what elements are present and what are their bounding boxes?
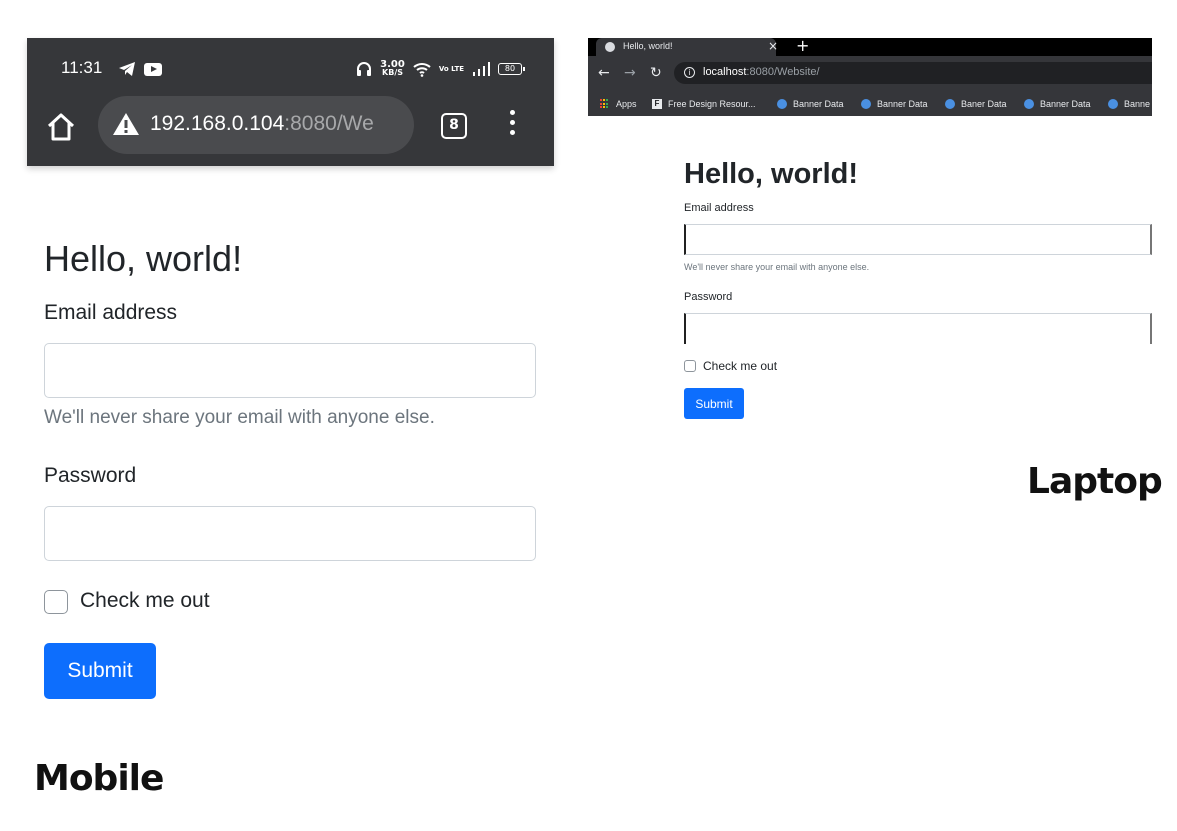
mobile-caption: Mobile <box>34 758 164 799</box>
status-icons-right: 3.00 KB/S Vo LTE 80 <box>356 58 525 80</box>
bookmark-banner-data-1[interactable]: Banner Data <box>777 99 844 109</box>
reload-icon[interactable]: ↻ <box>650 65 662 81</box>
laptop-tab-strip: Hello, world! × + <box>588 38 1152 56</box>
laptop-caption: Laptop <box>1027 461 1163 502</box>
mobile-browser-chrome: 11:31 3.00 KB/S Vo LTE 80 192.168.0.104:… <box>27 38 554 166</box>
bookmark-label: Apps <box>616 99 637 109</box>
more-menu-icon[interactable] <box>508 110 516 140</box>
mobile-page-title: Hello, world! <box>44 238 243 279</box>
bookmark-label: Banner Data <box>1040 99 1091 109</box>
telegram-icon <box>119 62 135 76</box>
home-icon[interactable] <box>46 112 76 142</box>
laptop-submit-button[interactable]: Submit <box>684 388 744 419</box>
headphones-icon <box>357 62 372 76</box>
warning-icon[interactable] <box>112 112 140 136</box>
mobile-toolbar: 192.168.0.104:8080/We 8 <box>27 96 554 166</box>
apps-icon <box>600 99 610 109</box>
mobile-check-checkbox[interactable] <box>44 590 68 614</box>
bookmark-apps[interactable]: Apps <box>600 99 637 109</box>
bookmark-label: Free Design Resour... <box>668 99 756 109</box>
bookmark-label: Banner Data <box>793 99 844 109</box>
signal-icon <box>473 62 490 76</box>
mobile-password-label: Password <box>44 464 137 487</box>
laptop-address-bar[interactable]: i localhost:8080/Website/ <box>674 62 1152 84</box>
mobile-email-help: We'll never share your email with anyone… <box>44 407 435 428</box>
address-text: 192.168.0.104:8080/We <box>150 112 374 136</box>
bookmark-banne[interactable]: Banne <box>1108 99 1150 109</box>
speed-unit: KB/S <box>382 68 403 77</box>
bookmark-free-design[interactable]: F Free Design Resour... <box>652 99 756 109</box>
laptop-email-help: We'll never share your email with anyone… <box>684 262 870 272</box>
url-path: :8080/We <box>284 112 374 135</box>
mobile-status-bar: 11:31 3.00 KB/S Vo LTE 80 <box>27 38 554 98</box>
youtube-icon <box>144 63 162 76</box>
status-time: 11:31 <box>61 58 103 77</box>
bookmark-label: Banner Data <box>877 99 928 109</box>
forward-arrow-icon[interactable]: → <box>624 65 636 81</box>
tab-switcher-button[interactable]: 8 <box>441 113 467 139</box>
wifi-icon <box>413 62 431 77</box>
volte-indicator: Vo LTE <box>438 64 464 73</box>
info-icon[interactable]: i <box>684 67 695 78</box>
mobile-submit-button[interactable]: Submit <box>44 643 156 699</box>
laptop-nav-row: ← → ↻ i localhost:8080/Website/ <box>588 56 1152 94</box>
address-bar[interactable]: 192.168.0.104:8080/We <box>98 96 414 154</box>
laptop-password-input[interactable] <box>684 313 1152 344</box>
laptop-tab-title: Hello, world! <box>623 41 673 51</box>
new-tab-icon[interactable]: + <box>796 38 809 55</box>
mobile-check-label[interactable]: Check me out <box>80 589 210 613</box>
laptop-url-host: localhost <box>703 66 747 78</box>
bookmark-label: Baner Data <box>961 99 1007 109</box>
laptop-email-input[interactable] <box>684 224 1152 255</box>
url-host: 192.168.0.104 <box>150 112 285 135</box>
bookmark-icon <box>945 99 955 109</box>
network-speed: 3.00 KB/S <box>380 60 405 77</box>
bookmark-banner-data-3[interactable]: Banner Data <box>1024 99 1091 109</box>
back-arrow-icon[interactable]: ← <box>598 65 610 81</box>
laptop-email-label: Email address <box>684 202 754 214</box>
bookmark-icon <box>1108 99 1118 109</box>
laptop-tab[interactable]: Hello, world! × <box>596 38 778 56</box>
mobile-email-label: Email address <box>44 301 178 324</box>
laptop-page-title: Hello, world! <box>684 158 858 190</box>
globe-icon <box>605 42 615 52</box>
bookmark-icon <box>777 99 787 109</box>
bookmarks-bar: Apps F Free Design Resour... Banner Data… <box>588 94 1152 116</box>
battery-icon: 80 <box>498 63 525 75</box>
f-icon: F <box>652 99 662 109</box>
mobile-email-input[interactable] <box>44 343 536 398</box>
bookmark-banner-data-2[interactable]: Banner Data <box>861 99 928 109</box>
laptop-password-label: Password <box>684 291 733 303</box>
close-tab-icon[interactable]: × <box>768 39 778 53</box>
laptop-check-checkbox[interactable] <box>684 360 696 372</box>
mobile-password-input[interactable] <box>44 506 536 561</box>
bookmark-baner-data[interactable]: Baner Data <box>945 99 1007 109</box>
bookmark-icon <box>1024 99 1034 109</box>
laptop-check-label[interactable]: Check me out <box>703 359 777 373</box>
bookmark-icon <box>861 99 871 109</box>
laptop-url-path: :8080/Website/ <box>746 66 820 78</box>
laptop-address-text: localhost:8080/Website/ <box>703 66 820 78</box>
bookmark-label: Banne <box>1124 99 1151 109</box>
laptop-browser-chrome: Hello, world! × + ← → ↻ i localhost:8080… <box>588 38 1152 116</box>
